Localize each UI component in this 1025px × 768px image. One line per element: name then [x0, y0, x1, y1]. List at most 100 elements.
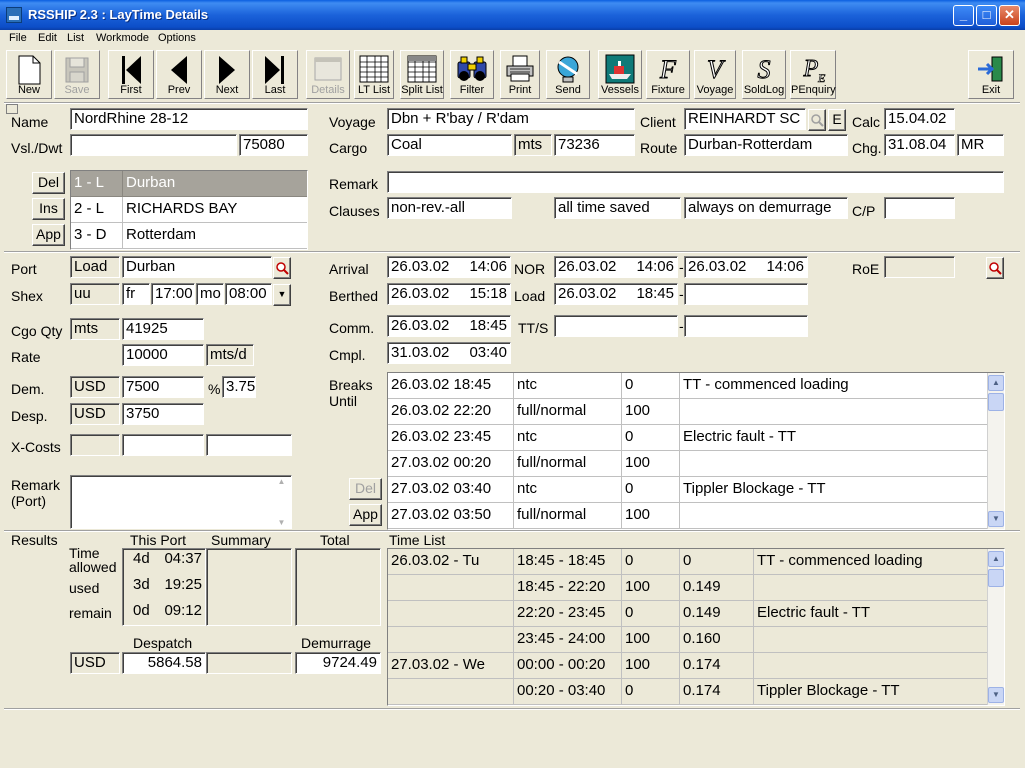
lt-list-button[interactable]: LT List: [354, 50, 394, 99]
cargo-qty-field[interactable]: 73236: [554, 134, 635, 156]
client-field[interactable]: REINHARDT SC: [684, 108, 806, 130]
menu-list[interactable]: List: [67, 32, 84, 44]
prev-button[interactable]: Prev: [156, 50, 202, 99]
timelist-row[interactable]: 27.03.02 - We 00:00 - 00:20 100 0.174: [388, 653, 989, 679]
shex-from-day-field[interactable]: fr: [122, 283, 150, 305]
scroll-up-icon[interactable]: ▲: [988, 375, 1004, 391]
menu-edit[interactable]: Edit: [38, 32, 57, 44]
port-lookup-button[interactable]: [273, 257, 291, 279]
cargo-field[interactable]: Coal: [387, 134, 512, 156]
xcosts-desc-field[interactable]: [206, 434, 292, 456]
port-row[interactable]: 1 - L Durban: [71, 171, 307, 197]
port-row[interactable]: 3 - D Rotterdam: [71, 223, 307, 249]
port-ins-button[interactable]: Ins: [32, 198, 65, 220]
rate-field[interactable]: 10000: [122, 344, 204, 366]
name-field[interactable]: NordRhine 28-12: [70, 108, 308, 130]
new-button[interactable]: New: [6, 50, 52, 99]
vertical-scrollbar[interactable]: ▲ ▼: [987, 373, 1004, 529]
print-button[interactable]: Print: [500, 50, 540, 99]
timelist-row[interactable]: 18:45 - 22:20 100 0.149: [388, 575, 989, 601]
close-button[interactable]: ✕: [999, 5, 1020, 26]
details-button[interactable]: Details: [306, 50, 350, 99]
shex-from-time-field[interactable]: 17:00: [151, 283, 195, 305]
break-row[interactable]: 26.03.02 18:45 ntc 0 TT - commenced loading: [388, 373, 989, 399]
next-button[interactable]: Next: [204, 50, 250, 99]
vessel-field[interactable]: [70, 134, 237, 156]
break-row[interactable]: 27.03.02 03:40 ntc 0 Tippler Blockage - TT: [388, 477, 989, 503]
scroll-down-icon[interactable]: ▼: [988, 687, 1004, 703]
break-app-button[interactable]: App: [349, 504, 382, 526]
timelist-row[interactable]: 23:45 - 24:00 100 0.160: [388, 627, 989, 653]
fixture-button[interactable]: F Fixture: [646, 50, 690, 99]
nor-from-field[interactable]: 26.03.02 14:06: [554, 256, 678, 278]
voyage-button[interactable]: V Voyage: [694, 50, 736, 99]
cmpl-field[interactable]: 31.03.02 03:40: [387, 342, 511, 364]
exit-button[interactable]: Exit: [968, 50, 1014, 99]
vessels-button[interactable]: Vessels: [598, 50, 642, 99]
cgo-qty-field[interactable]: 41925: [122, 318, 204, 340]
menu-options[interactable]: Options: [158, 32, 196, 44]
dem-rate-field[interactable]: 7500: [122, 376, 204, 398]
break-row[interactable]: 27.03.02 03:50 full/normal 100: [388, 503, 989, 529]
berthed-field[interactable]: 26.03.02 15:18: [387, 283, 511, 305]
remark-port-field[interactable]: [70, 475, 292, 529]
break-del-button[interactable]: Del: [349, 478, 382, 500]
route-field[interactable]: Durban-Rotterdam: [684, 134, 848, 156]
chg-date-field[interactable]: 31.08.04: [884, 134, 955, 156]
menu-workmode[interactable]: Workmode: [96, 32, 149, 44]
remark-port-scrollbar[interactable]: ▲ ▼: [273, 477, 290, 527]
scroll-thumb[interactable]: [988, 569, 1004, 587]
remark-field[interactable]: [387, 171, 1004, 193]
vertical-scrollbar[interactable]: ▲ ▼: [987, 549, 1004, 705]
client-e-button[interactable]: E: [828, 109, 846, 131]
nor-to-field[interactable]: 26.03.02 14:06: [684, 256, 808, 278]
dwt-field[interactable]: 75080: [239, 134, 308, 156]
timelist-row[interactable]: 26.03.02 - Tu 18:45 - 18:45 0 0 TT - commenc…: [388, 549, 989, 575]
menu-file[interactable]: File: [9, 32, 27, 44]
port-row[interactable]: 2 - L RICHARDS BAY: [71, 197, 307, 223]
clause-field[interactable]: all time saved: [554, 197, 681, 219]
load-to-field[interactable]: [684, 283, 808, 305]
desp-rate-field[interactable]: 3750: [122, 403, 204, 425]
shex-to-time-field[interactable]: 08:00: [225, 283, 272, 305]
maximize-button[interactable]: □: [976, 5, 997, 26]
chg-user-field[interactable]: MR: [957, 134, 1004, 156]
client-lookup-button[interactable]: [808, 109, 826, 131]
load-from-field[interactable]: 26.03.02 18:45: [554, 283, 678, 305]
filter-button[interactable]: Filter: [450, 50, 494, 99]
break-row[interactable]: 27.03.02 00:20 full/normal 100: [388, 451, 989, 477]
clause-field[interactable]: always on demurrage: [684, 197, 848, 219]
voyage-field[interactable]: Dbn + R'bay / R'dam: [387, 108, 635, 130]
shex-dropdown-button[interactable]: ▼: [273, 284, 291, 306]
xcosts-amount-field[interactable]: [122, 434, 204, 456]
break-row[interactable]: 26.03.02 22:20 full/normal 100: [388, 399, 989, 425]
port-name-field[interactable]: Durban: [122, 256, 272, 278]
save-button[interactable]: Save: [54, 50, 100, 99]
last-button[interactable]: Last: [252, 50, 298, 99]
break-row[interactable]: 26.03.02 23:45 ntc 0 Electric fault - TT: [388, 425, 989, 451]
comm-field[interactable]: 26.03.02 18:45: [387, 315, 511, 337]
roe-lookup-button[interactable]: [986, 257, 1004, 279]
shex-to-day-field[interactable]: mo: [196, 283, 224, 305]
record-selector[interactable]: [6, 104, 18, 114]
split-list-button[interactable]: Split List: [400, 50, 444, 99]
penquiry-button[interactable]: PE PEnquiry: [790, 50, 836, 99]
timelist-row[interactable]: 22:20 - 23:45 0 0.149 Electric fault - TT: [388, 601, 989, 627]
minimize-button[interactable]: _: [953, 5, 974, 26]
soldlog-button[interactable]: S SoldLog: [742, 50, 786, 99]
scroll-thumb[interactable]: [988, 393, 1004, 411]
calc-date-field[interactable]: 15.04.02: [884, 108, 955, 130]
scroll-down-icon[interactable]: ▼: [988, 511, 1004, 527]
cp-field[interactable]: [884, 197, 955, 219]
scroll-up-icon[interactable]: ▲: [988, 551, 1004, 567]
pct-field[interactable]: 3.75: [222, 376, 256, 398]
tts-to-field[interactable]: [684, 315, 808, 337]
arrival-field[interactable]: 26.03.02 14:06: [387, 256, 511, 278]
first-button[interactable]: First: [108, 50, 154, 99]
send-button[interactable]: Send: [546, 50, 590, 99]
port-del-button[interactable]: Del: [32, 172, 65, 194]
clause-field[interactable]: non-rev.-all: [387, 197, 512, 219]
timelist-row[interactable]: 00:20 - 03:40 0 0.174 Tippler Blockage - TT: [388, 679, 989, 705]
port-app-button[interactable]: App: [32, 224, 65, 246]
tts-from-field[interactable]: [554, 315, 678, 337]
